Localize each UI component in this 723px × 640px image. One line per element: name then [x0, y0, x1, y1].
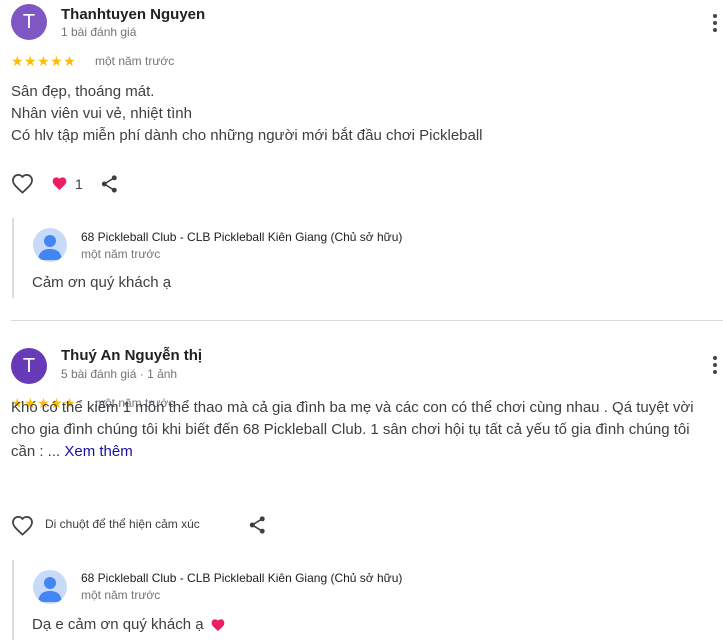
review-date: một năm trước	[95, 54, 175, 68]
review-text-line: Có hlv tập miễn phí dành cho những người…	[11, 127, 483, 144]
reaction-hover-hint: Di chuột để thể hiện cảm xúc	[45, 517, 200, 531]
review-text: Sân đẹp, thoáng mát. Nhân viên vui vẻ, n…	[11, 81, 711, 147]
reviewer-avatar[interactable]: T	[11, 4, 47, 40]
owner-reply: 68 Pickleball Club - CLB Pickleball Kiên…	[12, 560, 714, 640]
owner-reply-text-body: Dạ e cảm ơn quý khách ạ	[32, 616, 204, 633]
owner-name[interactable]: 68 Pickleball Club - CLB Pickleball Kiên…	[81, 230, 402, 244]
share-icon[interactable]	[100, 174, 119, 194]
review-text-line: Nhân viên vui vẻ, nhiệt tình	[11, 105, 192, 122]
owner-reply-date: một năm trước	[81, 588, 161, 602]
see-more-link[interactable]: Xem thêm	[64, 443, 132, 460]
review-card: T Thuý An Nguyễn thị 5 bài đánh giá · 1 …	[0, 321, 723, 640]
share-icon[interactable]	[248, 515, 267, 535]
more-vert-icon	[713, 14, 717, 18]
reviewer-name[interactable]: Thanhtuyen Nguyen	[61, 6, 205, 23]
owner-reply: 68 Pickleball Club - CLB Pickleball Kiên…	[12, 218, 714, 298]
owner-name[interactable]: 68 Pickleball Club - CLB Pickleball Kiên…	[81, 571, 402, 585]
owner-profile-icon	[38, 235, 62, 260]
reviewer-meta: 1 bài đánh giá	[61, 25, 137, 39]
heart-filled-icon[interactable]	[51, 176, 68, 191]
reviewer-name[interactable]: Thuý An Nguyễn thị	[61, 347, 202, 364]
owner-reply-text: Dạ e cảm ơn quý khách ạ	[32, 616, 226, 633]
heart-outline-icon[interactable]	[11, 515, 34, 536]
star-rating: ★★★★★	[11, 53, 77, 69]
owner-profile-icon	[38, 577, 62, 602]
owner-reply-date: một năm trước	[81, 247, 161, 261]
more-options-button[interactable]	[709, 12, 721, 36]
heart-emoji-icon	[211, 618, 224, 631]
reviewer-meta: 5 bài đánh giá · 1 ảnh	[61, 367, 178, 381]
review-text-line: Sân đẹp, thoáng mát.	[11, 83, 155, 100]
reviewer-avatar[interactable]: T	[11, 348, 47, 384]
reaction-count: 1	[75, 176, 83, 192]
owner-avatar[interactable]	[33, 228, 67, 262]
owner-avatar[interactable]	[33, 570, 67, 604]
more-vert-icon	[713, 356, 717, 360]
more-options-button[interactable]	[709, 354, 721, 378]
owner-reply-text: Cảm ơn quý khách ạ	[32, 274, 172, 291]
review-card: T Thanhtuyen Nguyen 1 bài đánh giá ★★★★★…	[0, 0, 723, 318]
review-text: Khó có thể kiếm 1 môn thể thao mà cả gia…	[11, 397, 716, 463]
heart-outline-icon[interactable]	[11, 173, 34, 194]
